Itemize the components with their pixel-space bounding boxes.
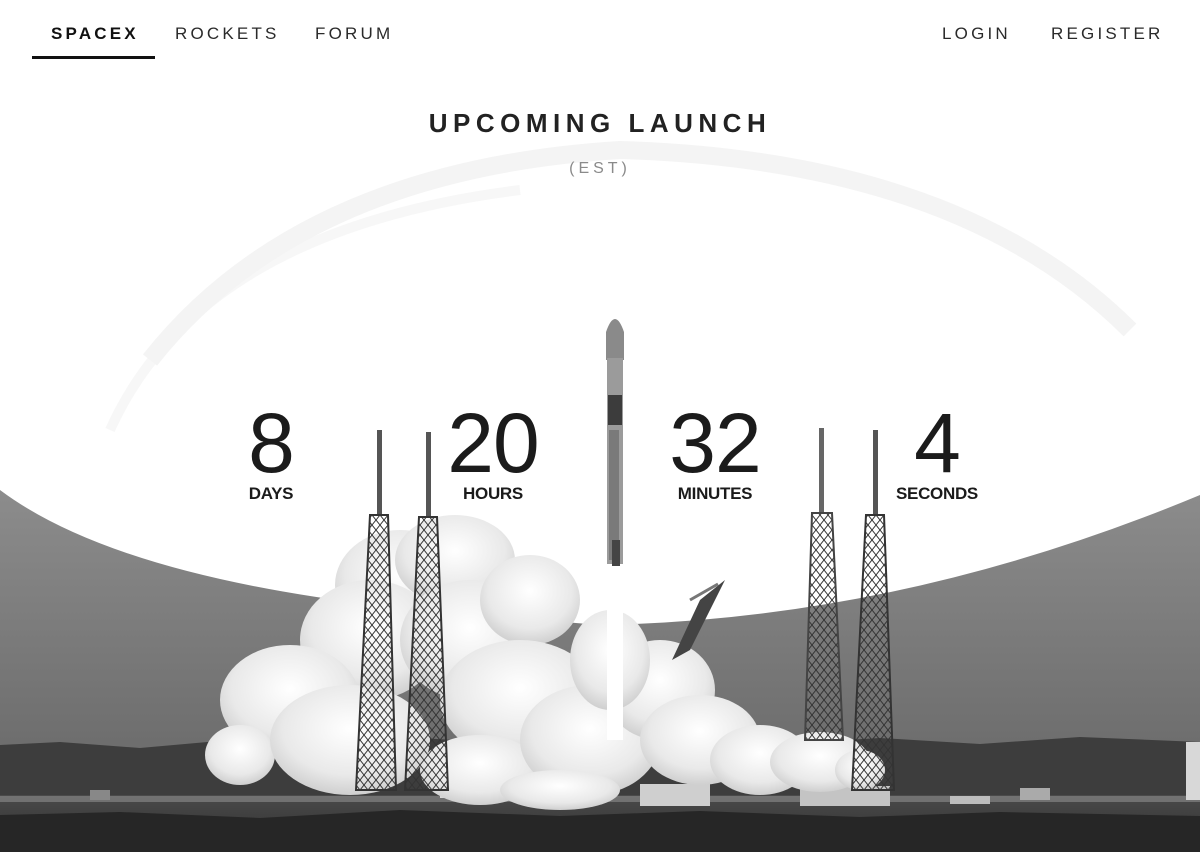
nav-link-spacex[interactable]: SPACEX <box>51 22 139 46</box>
countdown-hours: 20 HOURS <box>408 398 578 504</box>
countdown-minutes-label: MINUTES <box>677 484 753 503</box>
nav-link-forum[interactable]: FORUM <box>315 22 393 46</box>
active-nav-indicator <box>32 56 155 59</box>
page-title: UPCOMING LAUNCH <box>428 108 772 138</box>
countdown-minutes: 32 MINUTES <box>630 398 800 504</box>
countdown-days-label: DAYS <box>248 484 294 503</box>
top-navigation: SPACEX ROCKETS FORUM LOGIN REGISTER <box>0 0 1200 70</box>
nav-link-rockets[interactable]: ROCKETS <box>175 22 280 46</box>
register-link[interactable]: REGISTER <box>1051 22 1164 46</box>
countdown-days: 8 DAYS <box>186 398 356 504</box>
countdown-seconds-label: SECONDS <box>896 484 978 503</box>
countdown-seconds: 4 SECONDS <box>852 398 1022 504</box>
countdown-minutes-value: 32 <box>669 396 761 490</box>
countdown-days-value: 8 <box>248 396 295 490</box>
launch-countdown: 8 DAYS 20 HOURS 32 MINUTES 4 SECONDS <box>0 398 1200 518</box>
countdown-hours-value: 20 <box>447 396 539 490</box>
login-link[interactable]: LOGIN <box>942 22 1011 46</box>
timezone-label: (EST) <box>569 160 631 177</box>
countdown-hours-label: HOURS <box>463 484 523 503</box>
countdown-seconds-value: 4 <box>914 396 961 490</box>
